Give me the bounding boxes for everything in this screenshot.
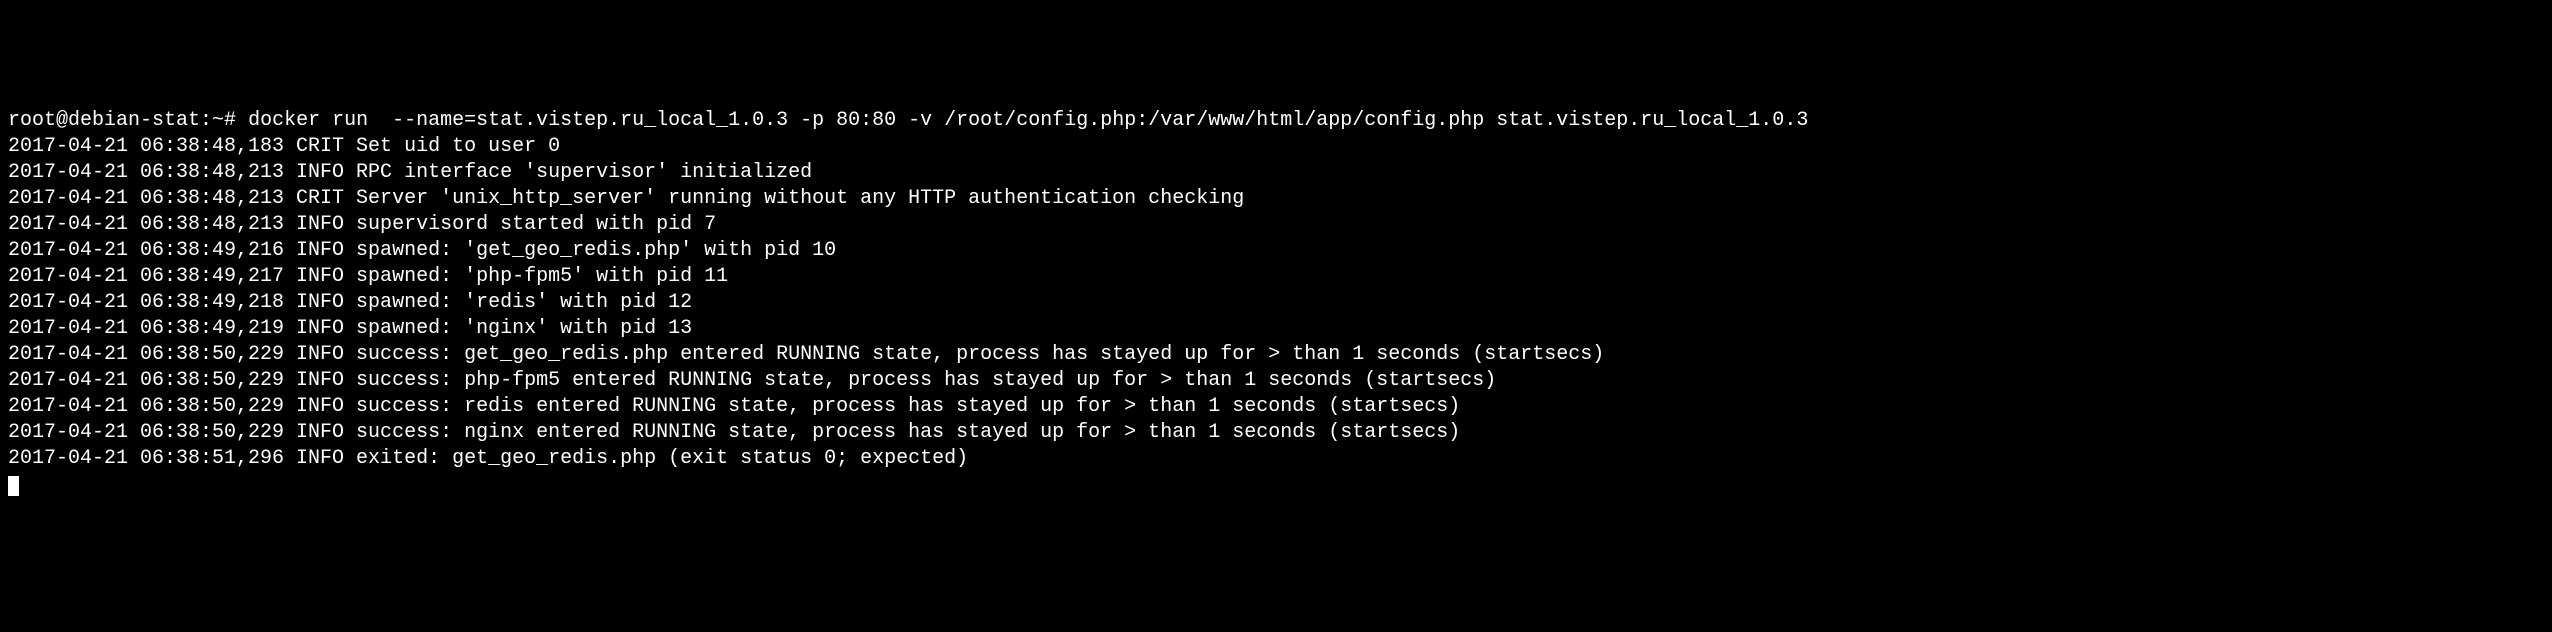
log-line: 2017-04-21 06:38:51,296 INFO exited: get… [8,446,2544,472]
log-line: 2017-04-21 06:38:49,217 INFO spawned: 'p… [8,264,2544,290]
log-line: 2017-04-21 06:38:48,213 CRIT Server 'uni… [8,186,2544,212]
log-line: 2017-04-21 06:38:48,183 CRIT Set uid to … [8,134,2544,160]
log-line: 2017-04-21 06:38:50,229 INFO success: re… [8,394,2544,420]
log-line: 2017-04-21 06:38:48,213 INFO supervisord… [8,212,2544,238]
log-line: 2017-04-21 06:38:49,218 INFO spawned: 'r… [8,290,2544,316]
log-line: 2017-04-21 06:38:50,229 INFO success: ng… [8,420,2544,446]
log-line: 2017-04-21 06:38:50,229 INFO success: ph… [8,368,2544,394]
docker-command: docker run --name=stat.vistep.ru_local_1… [248,109,1808,132]
log-line: 2017-04-21 06:38:48,213 INFO RPC interfa… [8,160,2544,186]
shell-prompt: root@debian-stat:~# [8,109,236,132]
log-line: 2017-04-21 06:38:50,229 INFO success: ge… [8,342,2544,368]
log-line: 2017-04-21 06:38:49,219 INFO spawned: 'n… [8,316,2544,342]
terminal-window[interactable]: root@debian-stat:~# docker run --name=st… [8,108,2544,498]
terminal-cursor [8,476,19,496]
command-line: root@debian-stat:~# docker run --name=st… [8,108,2544,134]
log-line: 2017-04-21 06:38:49,216 INFO spawned: 'g… [8,238,2544,264]
log-output: 2017-04-21 06:38:48,183 CRIT Set uid to … [8,134,2544,472]
